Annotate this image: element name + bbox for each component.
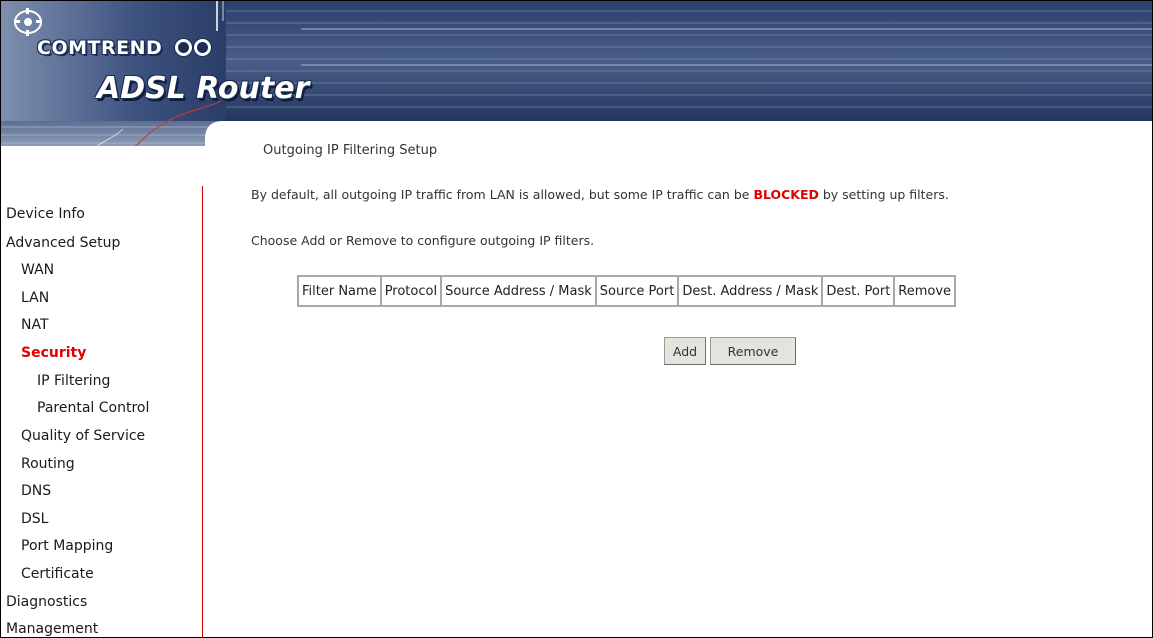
sidebar-item-quality-of-service[interactable]: Quality of Service bbox=[21, 428, 145, 444]
sidebar-item-security[interactable]: Security bbox=[21, 345, 86, 361]
add-button[interactable]: Add bbox=[664, 337, 706, 365]
sidebar-nav: Device Info Advanced Setup WAN LAN NAT S… bbox=[1, 186, 203, 637]
sidebar-item-device-info[interactable]: Device Info bbox=[6, 206, 85, 222]
column-header-protocol: Protocol bbox=[379, 275, 443, 307]
sidebar-item-certificate[interactable]: Certificate bbox=[21, 566, 94, 582]
description-text-after: by setting up filters. bbox=[818, 187, 949, 202]
column-header-source-port: Source Port bbox=[594, 275, 680, 307]
blocked-highlight: BLOCKED bbox=[753, 187, 819, 202]
comtrend-logo-icon bbox=[11, 7, 45, 37]
column-header-dest-address-mask: Dest. Address / Mask bbox=[677, 275, 824, 307]
page-instruction: Choose Add or Remove to configure outgoi… bbox=[251, 233, 595, 248]
ip-filter-table: Filter Name Protocol Source Address / Ma… bbox=[297, 275, 957, 307]
sidebar-item-parental-control[interactable]: Parental Control bbox=[37, 400, 149, 416]
sidebar-item-routing[interactable]: Routing bbox=[21, 456, 75, 472]
brand-name: COMTREND bbox=[37, 37, 163, 59]
description-text-before: By default, all outgoing IP traffic from… bbox=[251, 187, 754, 202]
column-header-source-address-mask: Source Address / Mask bbox=[440, 275, 597, 307]
page-title: Outgoing IP Filtering Setup bbox=[263, 143, 438, 158]
product-title: ADSL Router bbox=[97, 71, 310, 106]
sidebar-item-wan[interactable]: WAN bbox=[21, 262, 54, 278]
sidebar-item-advanced-setup[interactable]: Advanced Setup bbox=[6, 235, 120, 251]
sidebar-item-nat[interactable]: NAT bbox=[21, 317, 49, 333]
remove-button[interactable]: Remove bbox=[710, 337, 796, 365]
main-content: Outgoing IP Filtering Setup By default, … bbox=[205, 121, 1152, 637]
sidebar-item-lan[interactable]: LAN bbox=[21, 290, 49, 306]
brand-dots-logo bbox=[175, 39, 213, 60]
sidebar-item-management[interactable]: Management bbox=[6, 621, 98, 637]
sidebar-item-dsl[interactable]: DSL bbox=[21, 511, 48, 527]
sidebar-item-port-mapping[interactable]: Port Mapping bbox=[21, 538, 113, 554]
router-admin-page: COMTREND ADSL Router Device Info Advance… bbox=[0, 0, 1153, 638]
sidebar-item-ip-filtering[interactable]: IP Filtering bbox=[37, 373, 110, 389]
column-header-remove: Remove bbox=[893, 275, 957, 307]
sidebar-item-diagnostics[interactable]: Diagnostics bbox=[6, 594, 87, 610]
page-description: By default, all outgoing IP traffic from… bbox=[251, 187, 949, 202]
column-header-filter-name: Filter Name bbox=[297, 275, 382, 307]
sidebar-item-dns[interactable]: DNS bbox=[21, 483, 51, 499]
column-header-dest-port: Dest. Port bbox=[821, 275, 896, 307]
table-header-row: Filter Name Protocol Source Address / Ma… bbox=[297, 275, 957, 307]
